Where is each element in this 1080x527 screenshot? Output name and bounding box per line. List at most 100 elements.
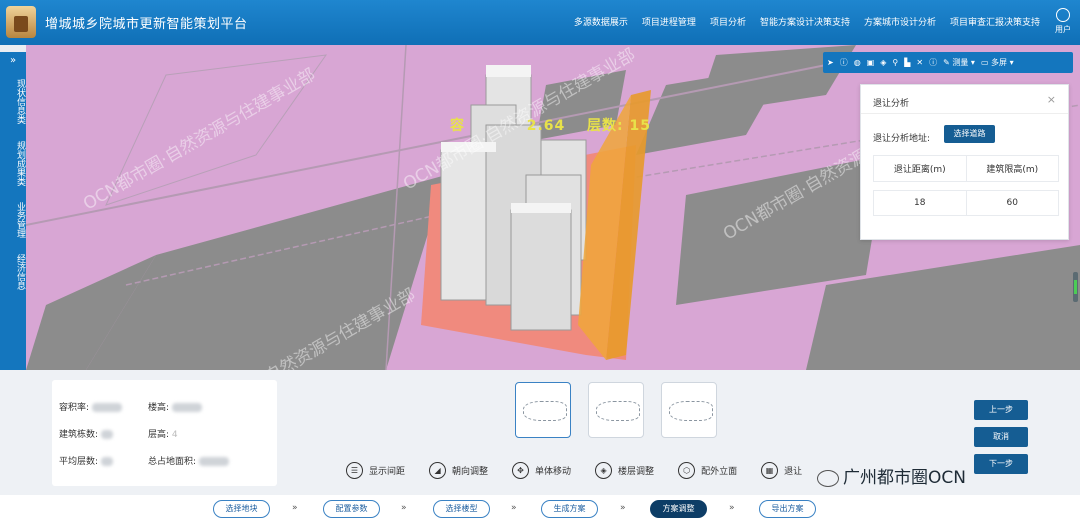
nav-urban-design[interactable]: 方案城市设计分析 [864, 15, 936, 28]
show-spacing-tool[interactable]: ☰ 显示间距 [346, 462, 405, 479]
tool-label: 楼层调整 [618, 467, 655, 477]
overlay-floors: 层数: 15 [587, 118, 652, 134]
step-select-parcel[interactable]: 选择地块 [213, 500, 270, 518]
overlay-far-value: 2.64 [526, 118, 566, 134]
zoom-slider-handle[interactable] [1073, 272, 1078, 302]
avg-floors-label: 平均层数: [59, 457, 99, 467]
orientation-icon: ◢ [429, 462, 447, 479]
step-config-params[interactable]: 配置参数 [323, 500, 380, 518]
header: 增城城乡院城市更新智能策划平台 多源数据展示 项目进程管理 项目分析 智能方案设… [0, 0, 1080, 45]
app-title: 增城城乡院城市更新智能策划平台 [45, 17, 248, 32]
multiscreen-dropdown[interactable]: ▭ 多屏 ▾ [981, 57, 1014, 68]
user-menu[interactable]: 用户 [1054, 8, 1072, 35]
layers-icon: ◈ [595, 462, 613, 479]
scheme-thumbnails [515, 382, 717, 438]
select-cursor-icon[interactable]: ➤ [827, 58, 834, 67]
brand-watermark: 广州都市圈OCN [817, 463, 966, 488]
wechat-icon [817, 469, 839, 487]
location-pin-icon[interactable]: ⚲ [892, 58, 898, 67]
panel-close-icon[interactable]: × [1047, 93, 1056, 106]
building-icon[interactable]: ▙ [904, 58, 910, 67]
grid-icon: ▦ [761, 462, 779, 479]
expand-chevron-icon[interactable]: » [0, 55, 26, 66]
height-label: 楼高: [148, 403, 170, 413]
overlay-far-label: 容 [450, 118, 465, 134]
trash-icon[interactable]: ▣ [867, 58, 875, 67]
facade-tool[interactable]: ⬡ 配外立面 [678, 462, 737, 479]
sidebar-item-business[interactable]: 业务管理 [0, 198, 26, 242]
brand-text: 广州都市圈OCN [843, 468, 966, 488]
user-label: 用户 [1055, 25, 1071, 34]
scheme-thumbnail-2[interactable] [588, 382, 644, 438]
setback-address-label: 退让分析地址: [873, 134, 931, 144]
close-icon[interactable]: ✕ [916, 58, 923, 67]
tool-label: 朝向调整 [452, 467, 489, 477]
count-label: 建筑栋数: [59, 430, 99, 440]
panel-title: 退让分析 [873, 99, 910, 109]
alert-icon[interactable]: ⓘ [929, 57, 937, 68]
orientation-tool[interactable]: ◢ 朝向调整 [429, 462, 488, 479]
step-export[interactable]: 导出方案 [759, 500, 816, 518]
step-buttons: 上一步 取消 下一步 [974, 400, 1028, 481]
table-header-row: 退让距离(m) 建筑限高(m) [873, 155, 1059, 182]
next-step-button[interactable]: 下一步 [974, 454, 1028, 474]
metrics-card: 容积率: 楼高: 建筑栋数: 层高: 4 平均层数: 总占地面积: [52, 380, 277, 486]
step-chevron-icon: » [620, 503, 626, 513]
map-overlay-label: 容 2.64 层数: 15 [450, 115, 651, 135]
floor-height-value: 4 [171, 430, 178, 440]
setback-distance-value[interactable]: 18 [873, 190, 967, 216]
user-icon [1056, 8, 1070, 22]
layers-icon[interactable]: ◈ [880, 58, 886, 67]
sidebar-item-economic[interactable]: 经济信息 [0, 250, 26, 294]
map-toolbar: ➤ ⓘ ◍ ▣ ◈ ⚲ ▙ ✕ ⓘ ✎ 测量 ▾ ▭ 多屏 ▾ [823, 52, 1073, 73]
footprint-value-redacted [198, 457, 229, 466]
tool-label: 退让 [784, 467, 803, 477]
step-chevron-icon: » [729, 503, 735, 513]
nav-progress[interactable]: 项目进程管理 [642, 15, 696, 28]
avg-floors-value-redacted [100, 457, 113, 466]
setback-tool[interactable]: ▦ 退让 [761, 462, 802, 479]
select-road-button[interactable]: 选择道路 [944, 125, 995, 143]
step-adjust[interactable]: 方案调整 [650, 500, 707, 518]
sidebar-item-planning[interactable]: 规划成果类 [0, 136, 26, 190]
top-nav: 多源数据展示 项目进程管理 项目分析 智能方案设计决策支持 方案城市设计分析 项… [574, 15, 1040, 28]
table-row: 18 60 [873, 190, 1059, 216]
adjust-tools: ☰ 显示间距 ◢ 朝向调整 ✥ 单体移动 ◈ 楼层调整 ⬡ 配外立面 ▦ 退让 [346, 462, 802, 479]
setback-analysis-panel: 退让分析 × 退让分析地址: 选择道路 退让距离(m) 建筑限高(m) 18 6… [860, 84, 1069, 240]
globe-icon[interactable]: ◍ [854, 58, 861, 67]
nav-analysis[interactable]: 项目分析 [710, 15, 746, 28]
prev-step-button[interactable]: 上一步 [974, 400, 1028, 420]
footprint-label: 总占地面积: [148, 457, 197, 467]
step-chevron-icon: » [511, 503, 517, 513]
move-tool[interactable]: ✥ 单体移动 [512, 462, 571, 479]
scheme-thumbnail-3[interactable] [661, 382, 717, 438]
multiscreen-label: 多屏 [991, 58, 1008, 67]
tool-label: 显示间距 [369, 467, 406, 477]
count-value-redacted [100, 430, 113, 439]
step-chevron-icon: » [292, 503, 298, 513]
nav-smart-design[interactable]: 智能方案设计决策支持 [760, 15, 850, 28]
nav-review[interactable]: 项目审查汇报决策支持 [950, 15, 1040, 28]
step-generate[interactable]: 生成方案 [541, 500, 598, 518]
tool-label: 配外立面 [701, 467, 738, 477]
floor-adjust-tool[interactable]: ◈ 楼层调整 [595, 462, 654, 479]
far-value-redacted [91, 403, 122, 412]
cancel-button[interactable]: 取消 [974, 427, 1028, 447]
info-icon[interactable]: ⓘ [840, 57, 848, 68]
col-setback-distance: 退让距离(m) [873, 155, 967, 182]
workflow-steps: 选择地块 » 配置参数 » 选择楼型 » 生成方案 » 方案调整 » 导出方案 [0, 495, 1080, 527]
tool-label: 单体移动 [535, 467, 572, 477]
scheme-thumbnail-1[interactable] [515, 382, 571, 438]
step-select-type[interactable]: 选择楼型 [433, 500, 490, 518]
nav-multi-source[interactable]: 多源数据展示 [574, 15, 628, 28]
panel-divider [861, 113, 1068, 114]
height-value-redacted [171, 403, 202, 412]
move-icon: ✥ [512, 462, 530, 479]
measure-label: 测量 [952, 58, 969, 67]
measure-dropdown[interactable]: ✎ 测量 ▾ [943, 57, 975, 68]
far-label: 容积率: [59, 403, 90, 413]
logo-icon [6, 6, 36, 38]
sidebar-item-current[interactable]: 现状信息类 [0, 74, 26, 128]
height-limit-value[interactable]: 60 [965, 190, 1059, 216]
cube-icon: ⬡ [678, 462, 696, 479]
